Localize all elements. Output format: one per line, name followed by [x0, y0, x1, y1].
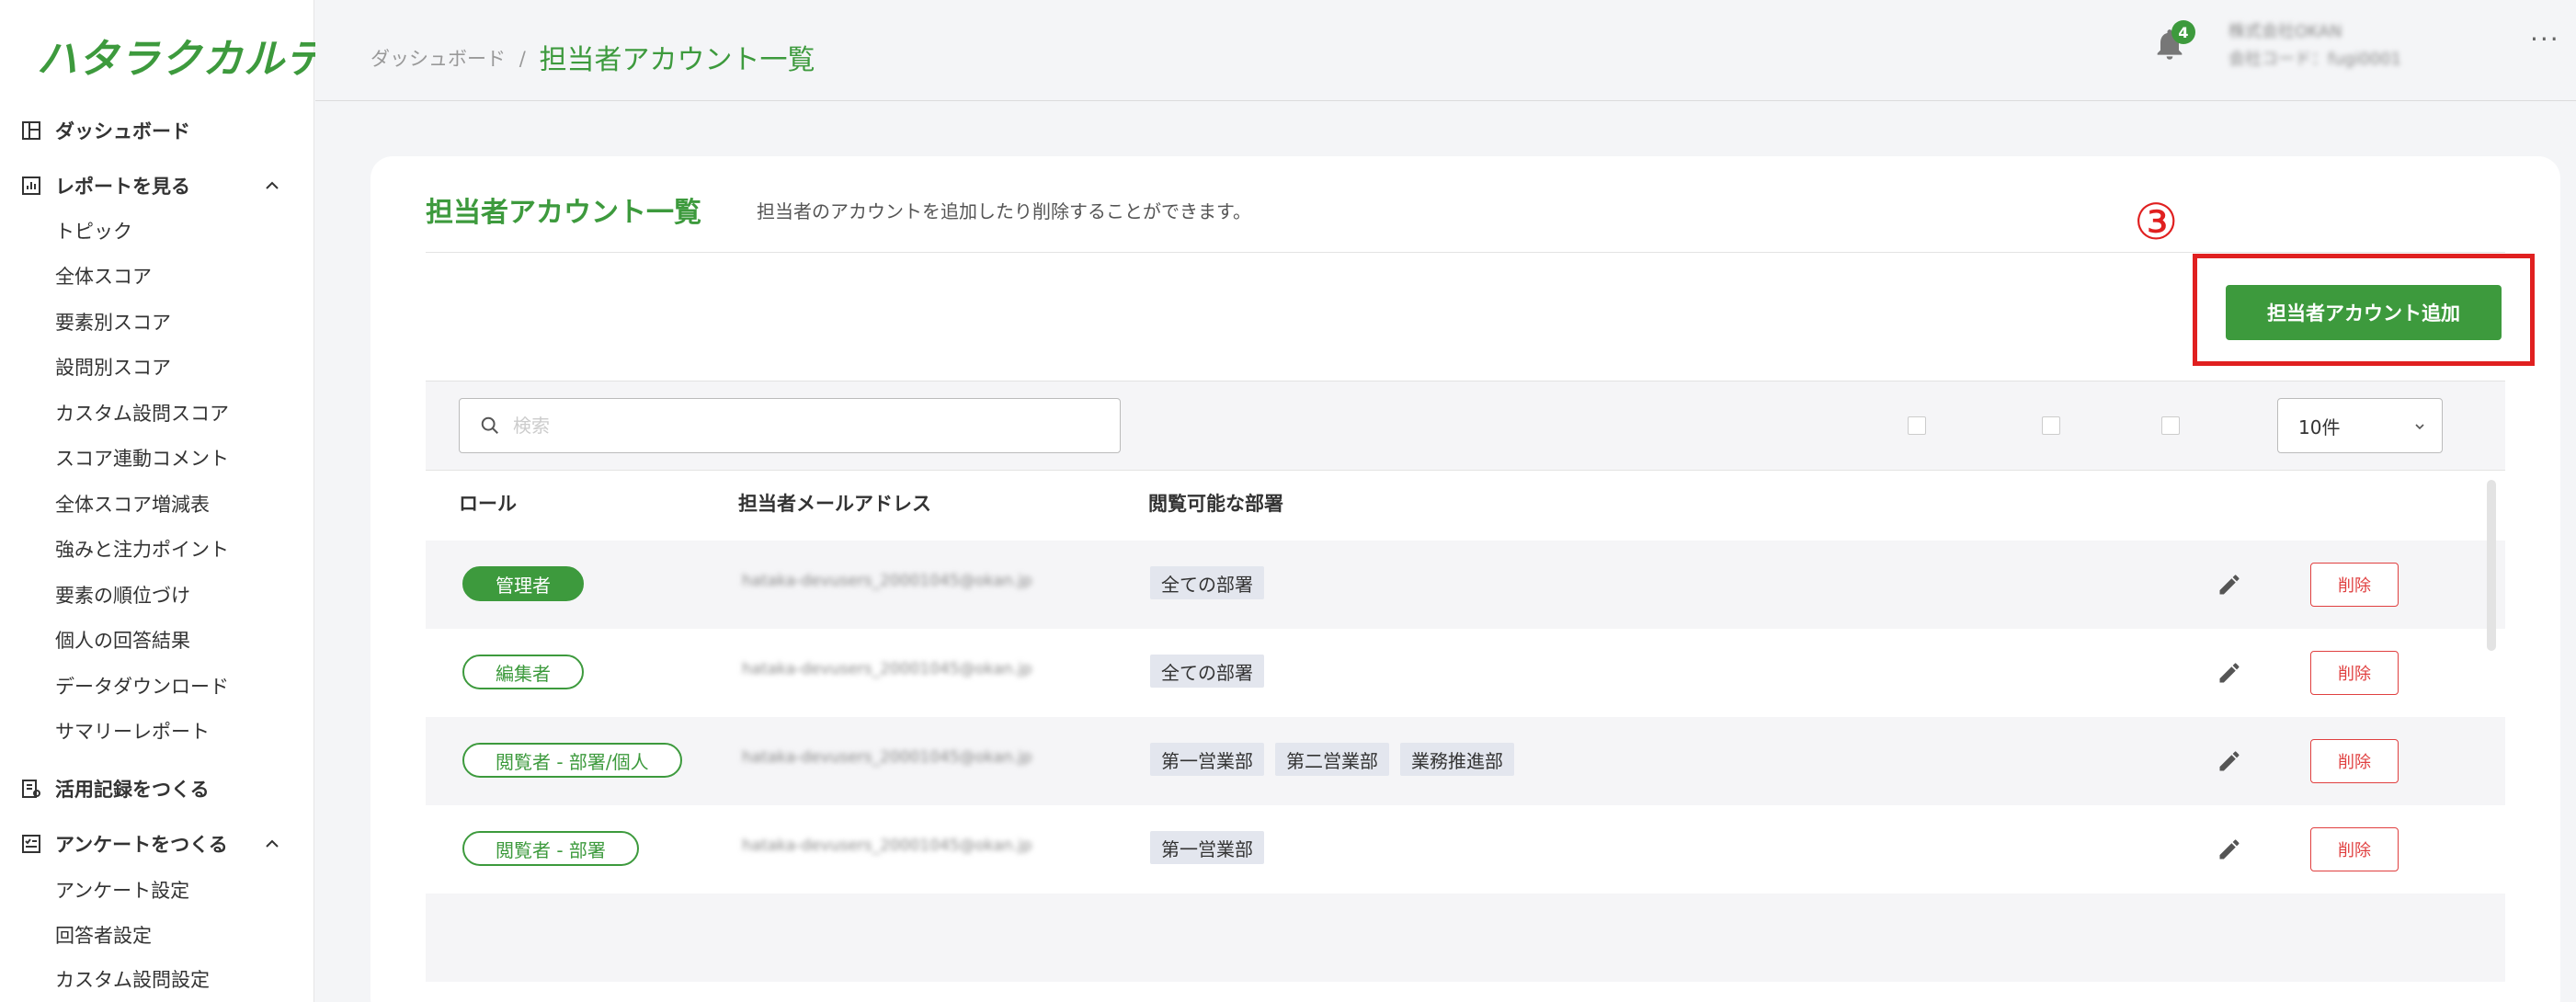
department-list: 全ての部署	[1150, 566, 1264, 599]
column-header-departments: 閲覧可能な部署	[1148, 493, 1283, 515]
card-description: 担当者のアカウントを追加したり削除することができます。	[757, 200, 1251, 222]
breadcrumb-root[interactable]: ダッシュボード	[370, 48, 506, 70]
nav-item-data-download[interactable]: データダウンロード	[55, 672, 229, 700]
department-list: 第一営業部	[1150, 831, 1264, 864]
department-tag: 業務推進部	[1400, 743, 1514, 776]
department-tag: 第一営業部	[1150, 831, 1264, 864]
filter-checkbox-2[interactable]	[2042, 416, 2060, 435]
table-row: 編集者 hataka-devusers_20001045@okan.jp 全ての…	[426, 629, 2505, 717]
breadcrumb-current: 担当者アカウント一覧	[539, 44, 815, 76]
delete-button[interactable]: 削除	[2310, 563, 2399, 607]
nav-item-element-ranking[interactable]: 要素の順位づけ	[55, 581, 190, 609]
search-icon	[481, 416, 498, 434]
delete-button[interactable]: 削除	[2310, 827, 2399, 871]
nav-item-custom-question-settings[interactable]: カスタム設問設定	[55, 965, 210, 993]
column-header-role: ロール	[459, 493, 517, 515]
nav-dashboard-label: ダッシュボード	[55, 120, 190, 142]
pencil-icon[interactable]	[2217, 660, 2242, 686]
nav-activity-label: 活用記録をつくる	[55, 779, 210, 801]
report-chart-icon	[22, 176, 40, 195]
filter-checkbox-3[interactable]	[2161, 416, 2180, 435]
app-logo[interactable]: ハタラクカルテ	[37, 26, 326, 83]
department-tag: 全ての部署	[1150, 655, 1264, 688]
chevron-down-icon	[2415, 424, 2424, 430]
add-account-button[interactable]: 担当者アカウント追加	[2226, 285, 2502, 340]
role-badge: 閲覧者 - 部署/個人	[462, 743, 682, 778]
pencil-icon[interactable]	[2217, 572, 2242, 598]
table-row: 閲覧者 - 部署 hataka-devusers_20001045@okan.j…	[426, 805, 2505, 894]
table-toolbar: 10件	[426, 381, 2505, 471]
nav-survey[interactable]: アンケートをつくる	[20, 826, 296, 862]
account-email: hataka-devusers_20001045@okan.jp	[742, 660, 1032, 678]
chevron-up-icon[interactable]	[261, 175, 283, 197]
role-badge: 編集者	[462, 655, 584, 689]
department-tag: 第一営業部	[1150, 743, 1264, 776]
page-size-value: 10件	[2298, 416, 2341, 438]
company-info[interactable]: 株式会社OKAN 会社コード：fugi0001	[2228, 18, 2401, 74]
notification-badge: 4	[2171, 20, 2195, 44]
table-scrollbar[interactable]	[2487, 480, 2496, 651]
chevron-up-icon[interactable]	[261, 833, 283, 855]
sidebar: ハタラクカルテ ダッシュボード レポートを見る トピック 全体スコア 要素別スコ…	[0, 0, 325, 1002]
dashboard-icon	[22, 121, 40, 140]
column-header-email: 担当者メールアドレス	[738, 493, 931, 515]
account-email: hataka-devusers_20001045@okan.jp	[742, 837, 1032, 855]
nav-reports[interactable]: レポートを見る	[20, 167, 296, 204]
nav-reports-label: レポートを見る	[55, 176, 190, 198]
survey-icon	[22, 835, 40, 853]
company-code: 会社コード：fugi0001	[2228, 50, 2401, 69]
nav-activity[interactable]: 活用記録をつくる	[20, 770, 296, 807]
nav-item-custom-question-score[interactable]: カスタム設問スコア	[55, 399, 229, 427]
delete-button[interactable]: 削除	[2310, 739, 2399, 783]
department-tag: 全ての部署	[1150, 566, 1264, 599]
table-row: 管理者 hataka-devusers_20001045@okan.jp 全ての…	[426, 541, 2505, 629]
filter-checkbox-1[interactable]	[1908, 416, 1926, 435]
table-row-empty	[426, 894, 2505, 982]
breadcrumb: ダッシュボード / 担当者アカウント一覧	[370, 37, 815, 77]
divider	[426, 252, 2505, 253]
activity-record-icon	[22, 780, 40, 798]
nav-item-overall-score[interactable]: 全体スコア	[55, 262, 152, 290]
search-input[interactable]	[513, 415, 1065, 437]
nav-item-summary-report[interactable]: サマリーレポート	[55, 717, 210, 745]
department-list: 第一営業部 第二営業部 業務推進部	[1150, 743, 1514, 776]
delete-button[interactable]: 削除	[2310, 651, 2399, 695]
nav-item-score-comment[interactable]: スコア連動コメント	[55, 444, 229, 472]
nav-survey-label: アンケートをつくる	[55, 834, 228, 856]
nav-item-individual-results[interactable]: 個人の回答結果	[55, 626, 190, 654]
nav-item-question-score[interactable]: 設問別スコア	[55, 353, 171, 381]
card-title: 担当者アカウント一覧	[426, 197, 701, 229]
company-name: 株式会社OKAN	[2228, 22, 2342, 41]
account-email: hataka-devusers_20001045@okan.jp	[742, 748, 1032, 767]
page-size-select[interactable]: 10件	[2277, 398, 2443, 453]
nav-item-survey-settings[interactable]: アンケート設定	[55, 876, 189, 904]
table-row: 閲覧者 - 部署/個人 hataka-devusers_20001045@oka…	[426, 717, 2505, 805]
account-list-card: 担当者アカウント一覧 担当者のアカウントを追加したり削除することができます。 ③…	[370, 156, 2560, 1002]
nav-item-score-change[interactable]: 全体スコア増減表	[55, 490, 210, 518]
account-email: hataka-devusers_20001045@okan.jp	[742, 572, 1032, 590]
pencil-icon[interactable]	[2217, 837, 2242, 862]
nav-item-element-score[interactable]: 要素別スコア	[55, 308, 171, 336]
role-badge: 管理者	[462, 566, 584, 601]
department-list: 全ての部署	[1150, 655, 1264, 688]
step-marker: ③	[2134, 193, 2179, 251]
nav-dashboard[interactable]: ダッシュボード	[20, 112, 296, 149]
role-badge: 閲覧者 - 部署	[462, 831, 639, 866]
nav-item-strengths[interactable]: 強みと注力ポイント	[55, 535, 229, 563]
nav-item-topic[interactable]: トピック	[55, 217, 132, 245]
breadcrumb-separator: /	[519, 48, 526, 70]
more-menu-icon[interactable]: ···	[2530, 24, 2560, 54]
search-box[interactable]	[459, 398, 1121, 453]
nav-item-respondent-settings[interactable]: 回答者設定	[55, 921, 152, 949]
pencil-icon[interactable]	[2217, 748, 2242, 774]
department-tag: 第二営業部	[1275, 743, 1389, 776]
